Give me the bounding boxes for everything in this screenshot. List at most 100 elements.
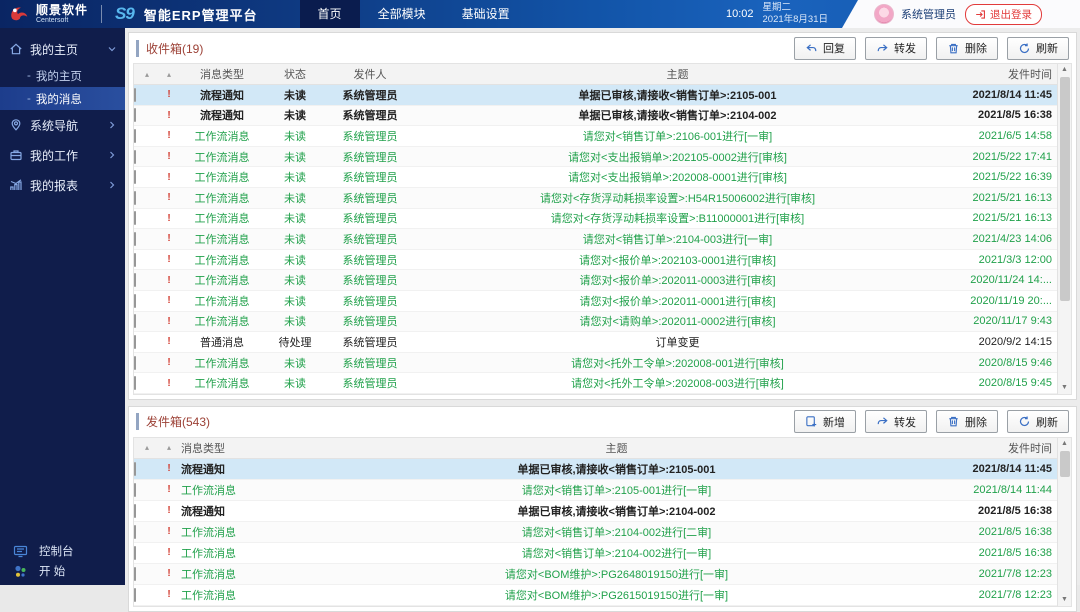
row-checkbox[interactable] — [134, 462, 136, 476]
row-checkbox[interactable] — [134, 314, 136, 328]
message-row[interactable]: !工作流消息未读系统管理员请您对<销售订单>:2104-003进行[一审]202… — [134, 229, 1057, 250]
row-checkbox[interactable] — [134, 108, 136, 122]
message-row[interactable]: !工作流消息请您对<销售订单>:2104-002进行[一审]2021/8/5 1… — [134, 543, 1057, 564]
priority-column-mark[interactable]: ▴ — [160, 443, 178, 452]
cell-status: 未读 — [266, 252, 324, 268]
col-sender[interactable]: 发件人 — [324, 66, 416, 82]
priority-flag-icon: ! — [160, 233, 178, 244]
message-row[interactable]: !工作流消息未读系统管理员请您对<请购单>:202011-0002进行[审核]2… — [134, 312, 1057, 333]
row-checkbox[interactable] — [134, 150, 136, 164]
priority-flag-icon: ! — [160, 316, 178, 327]
row-checkbox[interactable] — [134, 356, 136, 370]
priority-flag-icon: ! — [160, 172, 178, 183]
row-checkbox[interactable] — [134, 376, 136, 390]
row-checkbox[interactable] — [134, 129, 136, 143]
tab-all-modules[interactable]: 全部模块 — [360, 0, 444, 28]
message-row[interactable]: !工作流消息未读系统管理员请您对<托外工令单>:202008-003进行[审核]… — [134, 373, 1057, 394]
row-checkbox[interactable] — [134, 253, 136, 267]
select-column-mark[interactable]: ▴ — [134, 443, 160, 452]
scroll-down-icon[interactable]: ▼ — [1058, 595, 1071, 605]
sidebar-subitem-my-messages[interactable]: 我的消息 — [0, 87, 125, 110]
refresh-button[interactable]: 刷新 — [1007, 37, 1069, 60]
message-row[interactable]: !工作流消息请您对<销售订单>:2104-002进行[二审]2021/8/5 1… — [134, 522, 1057, 543]
refresh-button[interactable]: 刷新 — [1007, 410, 1069, 433]
row-checkbox[interactable] — [134, 294, 136, 308]
cell-subject: 请您对<报价单>:202011-0001进行[审核] — [416, 293, 939, 309]
cell-status: 未读 — [266, 149, 324, 165]
scroll-up-icon[interactable]: ▲ — [1058, 439, 1071, 449]
scroll-down-icon[interactable]: ▼ — [1058, 383, 1071, 393]
message-row[interactable]: !工作流消息未读系统管理员请您对<报价单>:202011-0003进行[审核]2… — [134, 270, 1057, 291]
row-checkbox[interactable] — [134, 211, 136, 225]
refresh-label: 刷新 — [1036, 40, 1058, 56]
col-subject[interactable]: 主题 — [296, 440, 937, 456]
cell-sender: 系统管理员 — [324, 169, 416, 185]
col-type[interactable]: 消息类型 — [178, 66, 266, 82]
select-column-mark[interactable]: ▴ — [134, 70, 160, 79]
reply-button[interactable]: 回复 — [794, 37, 856, 60]
forward-button[interactable]: 转发 — [865, 410, 927, 433]
row-checkbox[interactable] — [134, 546, 136, 560]
row-checkbox[interactable] — [134, 588, 136, 602]
message-row[interactable]: !流程通知单据已审核,请接收<销售订单>:2105-0012021/8/14 1… — [134, 459, 1057, 480]
logout-button[interactable]: 退出登录 — [965, 4, 1042, 25]
col-time[interactable]: 发件时间 — [939, 66, 1057, 82]
scroll-up-icon[interactable]: ▲ — [1058, 65, 1071, 75]
inbox-scrollbar[interactable]: ▲ ▼ — [1057, 64, 1071, 394]
sidebar-item-my-work[interactable]: 我的工作 — [0, 140, 125, 170]
row-checkbox[interactable] — [134, 567, 136, 581]
outbox-scrollbar[interactable]: ▲ ▼ — [1057, 438, 1071, 606]
message-row[interactable]: !工作流消息请您对<BOM维护>:PG2615019150进行[一审]2021/… — [134, 585, 1057, 606]
navigation-icon — [9, 118, 23, 132]
start-button[interactable]: 开 始 — [0, 561, 125, 581]
priority-column-mark[interactable]: ▴ — [160, 70, 178, 79]
console-button[interactable]: 控制台 — [0, 541, 125, 561]
message-row[interactable]: !普通消息待处理系统管理员订单变更2020/9/2 14:15 — [134, 332, 1057, 353]
row-checkbox[interactable] — [134, 273, 136, 287]
message-row[interactable]: !流程通知未读系统管理员单据已审核,请接收<销售订单>:2104-0022021… — [134, 106, 1057, 127]
sidebar-item-my-reports[interactable]: 我的报表 — [0, 170, 125, 200]
message-row[interactable]: !工作流消息请您对<销售订单>:2105-001进行[一审]2021/8/14 … — [134, 480, 1057, 501]
sidebar-item-my-home[interactable]: 我的主页 — [0, 34, 125, 64]
company-name: 顺景软件 — [36, 4, 88, 16]
message-row[interactable]: !工作流消息未读系统管理员请您对<存货浮动耗损率设置>:B11000001进行[… — [134, 209, 1057, 230]
row-checkbox[interactable] — [134, 525, 136, 539]
message-row[interactable]: !工作流消息未读系统管理员请您对<托外工令单>:202008-001进行[审核]… — [134, 353, 1057, 374]
row-checkbox[interactable] — [134, 483, 136, 497]
sidebar-subitem-my-home[interactable]: 我的主页 — [0, 64, 125, 87]
message-row[interactable]: !工作流消息未读系统管理员请您对<支出报销单>:202105-0002进行[审核… — [134, 147, 1057, 168]
col-time[interactable]: 发件时间 — [937, 440, 1057, 456]
sidebar-item-label: 我的工作 — [30, 147, 78, 164]
delete-button[interactable]: 删除 — [936, 410, 998, 433]
row-checkbox[interactable] — [134, 191, 136, 205]
forward-button[interactable]: 转发 — [865, 37, 927, 60]
cell-sender: 系统管理员 — [324, 355, 416, 371]
message-row[interactable]: !工作流消息未读系统管理员请您对<支出报销单>:202008-0001进行[审核… — [134, 167, 1057, 188]
cell-time: 2021/8/5 16:38 — [939, 109, 1057, 121]
message-row[interactable]: !工作流消息未读系统管理员请您对<报价单>:202103-0001进行[审核]2… — [134, 250, 1057, 271]
col-type[interactable]: 消息类型 — [178, 440, 296, 456]
row-checkbox[interactable] — [134, 170, 136, 184]
col-status[interactable]: 状态 — [266, 66, 324, 82]
scroll-thumb[interactable] — [1060, 77, 1070, 301]
row-checkbox[interactable] — [134, 232, 136, 246]
scroll-thumb[interactable] — [1060, 451, 1070, 477]
row-checkbox[interactable] — [134, 504, 136, 518]
delete-button[interactable]: 删除 — [936, 37, 998, 60]
message-row[interactable]: !流程通知单据已审核,请接收<销售订单>:2104-0022021/8/5 16… — [134, 501, 1057, 522]
message-row[interactable]: !工作流消息未读系统管理员请您对<报价单>:202011-0001进行[审核]2… — [134, 291, 1057, 312]
col-subject[interactable]: 主题 — [416, 66, 939, 82]
sidebar-item-system-nav[interactable]: 系统导航 — [0, 110, 125, 140]
message-row[interactable]: !工作流消息未读系统管理员请您对<销售订单>:2106-001进行[一审]202… — [134, 126, 1057, 147]
row-checkbox[interactable] — [134, 335, 136, 349]
row-checkbox[interactable] — [134, 88, 136, 102]
checkbox-cell — [134, 109, 160, 121]
tab-home[interactable]: 首页 — [300, 0, 360, 28]
tab-basic-settings[interactable]: 基础设置 — [444, 0, 528, 28]
message-row[interactable]: !工作流消息未读系统管理员请您对<存货浮动耗损率设置>:H54R15006002… — [134, 188, 1057, 209]
message-row[interactable]: !流程通知未读系统管理员单据已审核,请接收<销售订单>:2105-0012021… — [134, 85, 1057, 106]
message-row[interactable]: !工作流消息请您对<BOM维护>:PG2648019150进行[一审]2021/… — [134, 564, 1057, 585]
cell-sender: 系统管理员 — [324, 293, 416, 309]
new-button[interactable]: 新增 — [794, 410, 856, 433]
avatar[interactable] — [874, 4, 894, 24]
